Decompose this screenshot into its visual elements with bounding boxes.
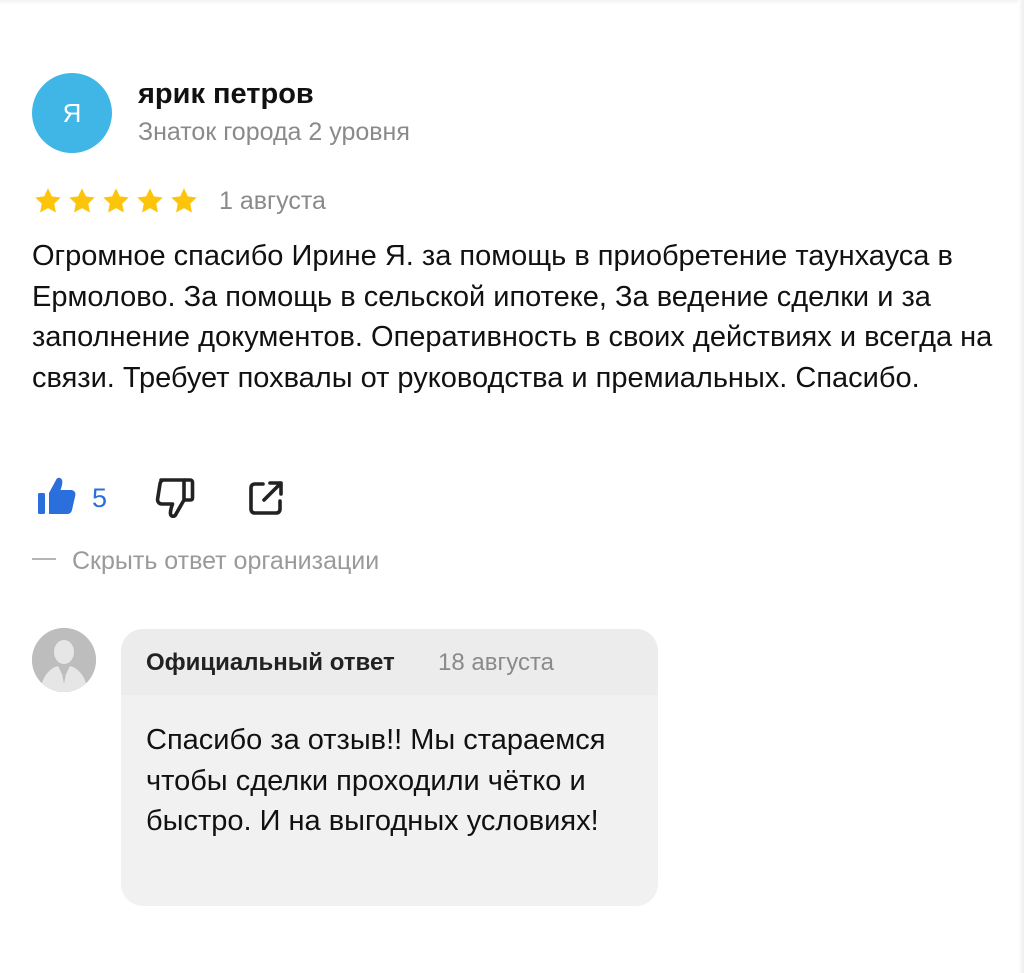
share-icon	[246, 481, 286, 522]
hide-reply-label: Скрыть ответ организации	[72, 547, 380, 575]
right-edge	[1018, 0, 1024, 973]
reply-text: Спасибо за отзыв!! Мы стараемся чтобы сд…	[146, 724, 606, 837]
person-silhouette-icon	[32, 628, 96, 692]
star-icon	[135, 186, 165, 216]
hide-reply-toggle[interactable]: Скрыть ответ организации	[32, 547, 379, 576]
org-avatar	[32, 628, 96, 692]
like-count: 5	[92, 483, 108, 513]
star-icon	[33, 186, 63, 216]
star-icon	[169, 186, 199, 216]
star-icon	[101, 186, 131, 216]
review-text: Огромное спасибо Ирине Я. за помощь в пр…	[32, 240, 993, 394]
star-icon	[67, 186, 97, 216]
like-button[interactable]: 5	[36, 474, 107, 523]
share-button[interactable]	[246, 478, 286, 523]
top-edge	[0, 0, 1024, 4]
reply-title: Официальный ответ	[146, 649, 395, 676]
user-avatar[interactable]: Я	[32, 73, 112, 153]
dislike-button[interactable]	[154, 476, 196, 525]
author-name[interactable]: ярик петров	[138, 78, 314, 111]
dash-divider	[32, 558, 56, 561]
org-reply-card: Официальный ответ 18 августа Спасибо за …	[121, 629, 658, 906]
avatar-initial: Я	[62, 97, 82, 128]
thumbs-down-icon	[154, 478, 196, 524]
thumbs-up-icon	[36, 474, 78, 523]
rating-stars	[33, 186, 199, 216]
reply-date: 18 августа	[438, 649, 555, 676]
author-level: Знаток города 2 уровня	[138, 118, 410, 146]
review-date: 1 августа	[219, 187, 326, 215]
